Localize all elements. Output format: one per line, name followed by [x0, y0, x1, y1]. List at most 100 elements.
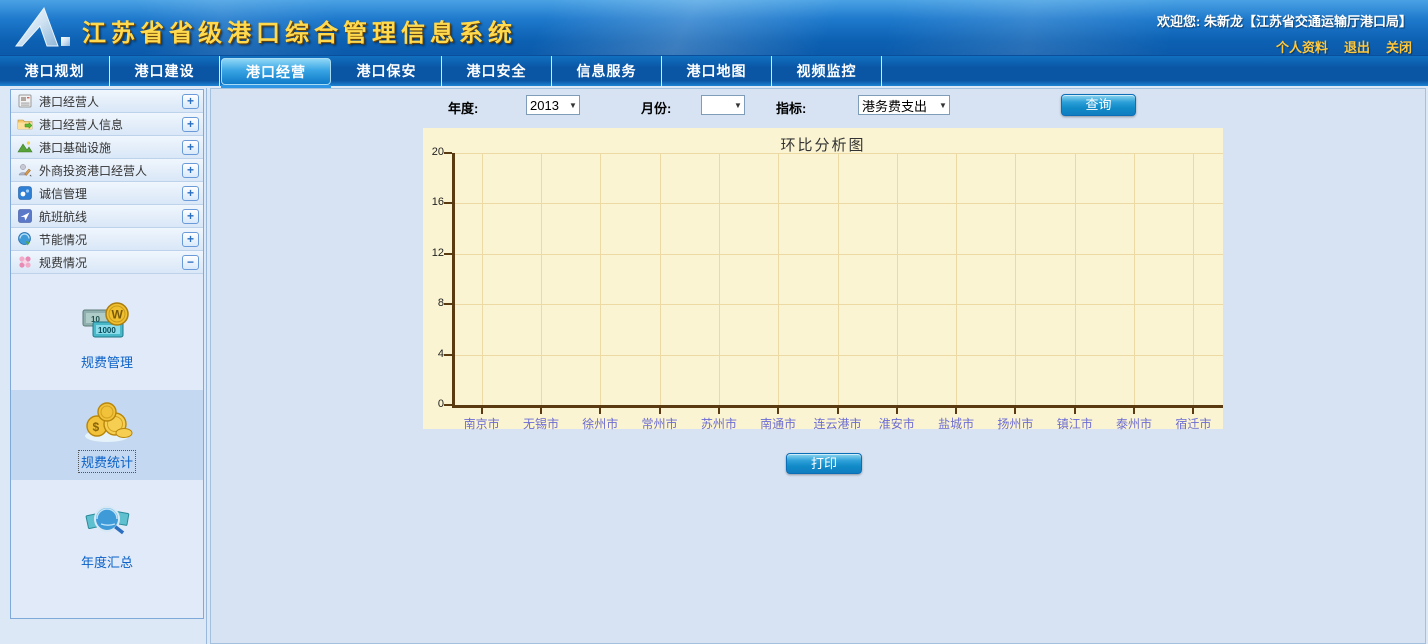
expand-toggle-icon[interactable]: +: [182, 117, 199, 132]
plane-icon: [17, 208, 33, 224]
y-axis-label: 0: [420, 398, 444, 410]
shortcut-fee-statistics-label: 规费统计: [79, 451, 135, 472]
svg-text:1000: 1000: [98, 326, 116, 335]
sidebar-item-integrity-management-label: 诚信管理: [39, 185, 182, 202]
x-axis-label: 镇江市: [1044, 415, 1106, 432]
chevron-down-icon: ▼: [567, 101, 579, 110]
banknote-coin-icon: 101000W: [79, 300, 135, 344]
shortcut-annual-summary[interactable]: 年度汇总: [11, 490, 203, 580]
sidebar-item-flight-routes[interactable]: 航班航线+: [11, 205, 203, 228]
month-select[interactable]: ▼: [701, 95, 745, 115]
y-axis-tick: [444, 404, 452, 406]
tab-port-safety[interactable]: 港口安全: [442, 56, 552, 86]
welcome-text: 欢迎您: 朱新龙【江苏省交通运输厅港口局】: [1157, 11, 1412, 30]
y-axis-tick: [444, 354, 452, 356]
print-button[interactable]: 打印: [786, 453, 862, 474]
profile-link[interactable]: 个人资料: [1276, 40, 1328, 55]
sidebar-item-integrity-management[interactable]: 诚信管理+: [11, 182, 203, 205]
sidebar-item-energy-saving[interactable]: 节能情况+: [11, 228, 203, 251]
app-logo-icon: [14, 6, 76, 50]
page-title: 江苏省省级港口综合管理信息系统: [82, 13, 517, 48]
main-content-panel: 年度: 2013 ▼ 月份: ▼ 指标: 港务费支出 ▼ 查询 环比分析图 04…: [210, 88, 1426, 644]
indicator-select-value: 港务费支出: [859, 96, 937, 115]
sidebar-item-port-operator[interactable]: 港口经营人+: [11, 90, 203, 113]
shortcut-fee-statistics[interactable]: $ 规费统计: [11, 390, 203, 480]
sidebar-item-energy-saving-label: 节能情况: [39, 231, 182, 248]
tab-port-construction[interactable]: 港口建设: [110, 56, 220, 86]
x-axis-tick: [1192, 408, 1194, 414]
y-axis-label: 16: [420, 196, 444, 208]
y-axis-tick: [444, 202, 452, 204]
x-axis-tick: [1133, 408, 1135, 414]
document-icon: [17, 93, 33, 109]
x-axis-tick: [837, 408, 839, 414]
y-axis-line: [452, 153, 455, 408]
shortcut-fee-management[interactable]: 101000W规费管理: [11, 290, 203, 380]
svg-text:$: $: [93, 420, 100, 434]
main-nav: 港口规划港口建设港口经营港口保安港口安全信息服务港口地图视频监控: [0, 56, 1428, 86]
sidebar: 港口经营人+港口经营人信息+港口基础设施+外商投资港口经营人+诚信管理+航班航线…: [10, 89, 204, 619]
x-axis-tick: [540, 408, 542, 414]
x-axis-tick: [481, 408, 483, 414]
x-axis-label: 徐州市: [569, 415, 631, 432]
x-axis-tick: [896, 408, 898, 414]
x-axis-label: 连云港市: [807, 415, 869, 432]
grid-line-vertical: [541, 153, 542, 405]
grid-line-vertical: [897, 153, 898, 405]
expand-toggle-icon[interactable]: +: [182, 163, 199, 178]
query-button[interactable]: 查询: [1061, 94, 1136, 116]
year-label: 年度:: [448, 98, 478, 117]
x-axis-tick: [1074, 408, 1076, 414]
y-axis-tick: [444, 303, 452, 305]
x-axis-label: 淮安市: [866, 415, 928, 432]
app-header: 江苏省省级港口综合管理信息系统 欢迎您: 朱新龙【江苏省交通运输厅港口局】 个人…: [0, 0, 1428, 56]
close-link[interactable]: 关闭: [1386, 40, 1412, 55]
expand-toggle-icon[interactable]: −: [182, 255, 199, 270]
grid-line-vertical: [1015, 153, 1016, 405]
sidebar-item-foreign-invested-operator-label: 外商投资港口经营人: [39, 162, 182, 179]
tab-port-map[interactable]: 港口地图: [662, 56, 772, 86]
year-select[interactable]: 2013 ▼: [526, 95, 580, 115]
sidebar-item-port-operator-info-label: 港口经营人信息: [39, 116, 182, 133]
expand-toggle-icon[interactable]: +: [182, 94, 199, 109]
x-axis-label: 泰州市: [1103, 415, 1165, 432]
x-axis-label: 苏州市: [688, 415, 750, 432]
tab-port-operation[interactable]: 港口经营: [221, 58, 331, 85]
expand-toggle-icon[interactable]: +: [182, 232, 199, 247]
indicator-label: 指标:: [776, 98, 806, 117]
folder-arrow-icon: [17, 116, 33, 132]
logout-link[interactable]: 退出: [1344, 40, 1370, 55]
x-axis-label: 宿迁市: [1162, 415, 1224, 432]
grid-line-vertical: [1075, 153, 1076, 405]
tab-video-monitor[interactable]: 视频监控: [772, 56, 882, 86]
sidebar-item-port-operator-info[interactable]: 港口经营人信息+: [11, 113, 203, 136]
grid-line-vertical: [719, 153, 720, 405]
x-axis-label: 常州市: [629, 415, 691, 432]
grid-line-vertical: [838, 153, 839, 405]
grid-line-vertical: [1193, 153, 1194, 405]
indicator-select[interactable]: 港务费支出 ▼: [858, 95, 950, 115]
sidebar-item-port-infrastructure[interactable]: 港口基础设施+: [11, 136, 203, 159]
x-axis-label: 南京市: [451, 415, 513, 432]
grid-line-vertical: [778, 153, 779, 405]
x-axis-label: 扬州市: [984, 415, 1046, 432]
grid-line-vertical: [956, 153, 957, 405]
integrity-icon: [17, 185, 33, 201]
expand-toggle-icon[interactable]: +: [182, 186, 199, 201]
expand-toggle-icon[interactable]: +: [182, 140, 199, 155]
y-axis-label: 12: [420, 247, 444, 259]
sidebar-item-port-fees[interactable]: 规费情况−: [11, 251, 203, 274]
x-axis-tick: [777, 408, 779, 414]
tab-port-planning[interactable]: 港口规划: [0, 56, 110, 86]
x-axis-tick: [599, 408, 601, 414]
sidebar-item-flight-routes-label: 航班航线: [39, 208, 182, 225]
sidebar-item-foreign-invested-operator[interactable]: 外商投资港口经营人+: [11, 159, 203, 182]
expand-toggle-icon[interactable]: +: [182, 209, 199, 224]
tab-port-security[interactable]: 港口保安: [332, 56, 442, 86]
gold-coins-icon: $: [79, 400, 135, 444]
header-links: 个人资料 退出 关闭: [1260, 37, 1412, 57]
year-select-value: 2013: [527, 98, 567, 113]
globe-recycle-icon: [17, 231, 33, 247]
tab-info-service[interactable]: 信息服务: [552, 56, 662, 86]
y-axis-tick: [444, 152, 452, 154]
